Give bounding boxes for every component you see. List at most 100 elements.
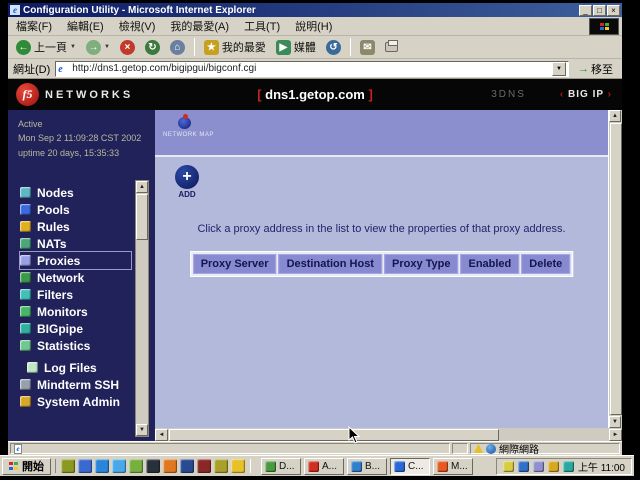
sidebar-item-bigpipe[interactable]: BIGpipe — [20, 320, 131, 337]
column-header-delete[interactable]: Delete — [521, 254, 570, 274]
taskbar-window-icon — [394, 461, 405, 472]
sidebar-item-nodes[interactable]: Nodes — [20, 184, 131, 201]
link-bigip[interactable]: ‹ BIG IP › — [560, 89, 612, 100]
minimize-button[interactable]: _ — [579, 5, 592, 16]
taskbar-window-d[interactable]: D... — [261, 458, 301, 475]
sidebar-scrollbar[interactable]: ▲ ▼ — [135, 180, 149, 437]
monitors-icon — [20, 306, 31, 317]
menu-item-e[interactable]: 編輯(E) — [67, 18, 104, 34]
hostname-text: dns1.getop.com — [265, 87, 365, 102]
vertical-scrollbar[interactable]: ▲ ▼ — [608, 110, 622, 428]
ie-throbber-logo — [589, 18, 619, 35]
maximize-button[interactable]: □ — [593, 5, 606, 16]
menu-item-t[interactable]: 工具(T) — [244, 18, 280, 34]
sidebar-item-monitors[interactable]: Monitors — [20, 303, 131, 320]
horizontal-scrollbar[interactable]: ◄ ► — [155, 428, 622, 441]
address-dropdown-button[interactable]: ▼ — [552, 62, 566, 76]
taskbar-window-m[interactable]: M... — [433, 458, 473, 475]
proxy-table-header-row: Proxy ServerDestination HostProxy TypeEn… — [190, 251, 574, 277]
quick-launch-icon-7[interactable] — [163, 459, 177, 473]
refresh-button[interactable]: ↻ — [142, 39, 163, 56]
quick-launch-icon-11[interactable] — [231, 459, 245, 473]
taskbar-window-b[interactable]: B... — [347, 458, 387, 475]
scroll-up-icon[interactable]: ▲ — [609, 110, 621, 122]
quick-launch-icon-9[interactable] — [197, 459, 211, 473]
sidebar-item-log-files[interactable]: Log Files — [20, 359, 131, 376]
quick-launch-icon-5[interactable] — [129, 459, 143, 473]
sidebar-item-label: Nodes — [37, 186, 74, 200]
quick-launch-icon-1[interactable] — [61, 459, 75, 473]
close-button[interactable]: × — [607, 5, 620, 16]
f5-banner: f5 NETWORKS [ dns1.getop.com ] 3DNS ‹ BI… — [8, 79, 622, 110]
scroll-right-icon[interactable]: ► — [609, 429, 622, 441]
sidebar-scroll-thumb[interactable] — [136, 194, 148, 240]
scroll-left-icon[interactable]: ◄ — [155, 429, 168, 441]
tray-ball-icon[interactable] — [548, 461, 559, 472]
browser-toolbar: ← 上一頁 ▼ → ▼ × ↻ ⌂ ★ 我的最愛 ▶ 媒體 ↺ — [8, 36, 622, 59]
menu-item-v[interactable]: 檢視(V) — [119, 18, 156, 34]
sidebar-item-mindterm-ssh[interactable]: Mindterm SSH — [20, 376, 131, 393]
quick-launch-icon-6[interactable] — [146, 459, 160, 473]
tray-app-icon[interactable] — [563, 461, 574, 472]
stop-icon: × — [120, 40, 135, 55]
instruction-text: Click a proxy address in the list to vie… — [155, 223, 608, 235]
column-header-proxy-server[interactable]: Proxy Server — [193, 254, 277, 274]
sidebar-item-pools[interactable]: Pools — [20, 201, 131, 218]
menu-item-a[interactable]: 我的最愛(A) — [170, 18, 229, 34]
home-button[interactable]: ⌂ — [167, 39, 188, 56]
menu-item-f[interactable]: 檔案(F) — [16, 18, 52, 34]
sidebar-item-filters[interactable]: Filters — [20, 286, 131, 303]
sidebar-item-proxies[interactable]: Proxies — [20, 252, 131, 269]
quick-launch-icon-8[interactable] — [180, 459, 194, 473]
media-icon: ▶ — [276, 40, 291, 55]
start-button[interactable]: 開始 — [2, 458, 51, 475]
back-label: 上一頁 — [34, 39, 67, 55]
taskbar-window-a[interactable]: A... — [304, 458, 344, 475]
column-header-destination-host[interactable]: Destination Host — [279, 254, 382, 274]
f5-brand: NETWORKS — [45, 89, 133, 101]
sidebar-scroll-down-icon[interactable]: ▼ — [136, 424, 148, 436]
sidebar-item-network[interactable]: Network — [20, 269, 131, 286]
stop-button[interactable]: × — [117, 39, 138, 56]
system-tray: 上午 11:00 — [496, 458, 632, 475]
add-proxy-button[interactable]: + ADD — [171, 165, 203, 199]
history-button[interactable]: ↺ — [323, 39, 344, 56]
sidebar-item-system-admin[interactable]: System Admin — [20, 393, 131, 410]
tray-flag-icon[interactable] — [518, 461, 529, 472]
column-header-proxy-type[interactable]: Proxy Type — [384, 254, 459, 274]
taskbar-window-c[interactable]: C... — [390, 458, 430, 475]
toolbar-separator — [194, 38, 195, 56]
vertical-scroll-thumb[interactable] — [610, 123, 622, 415]
quick-launch-icon-2[interactable] — [78, 459, 92, 473]
sidebar-item-rules[interactable]: Rules — [20, 218, 131, 235]
horizontal-scroll-thumb[interactable] — [169, 429, 499, 441]
title-bar: e Configuration Utility - Microsoft Inte… — [8, 3, 622, 17]
quick-launch-bar — [55, 459, 251, 473]
forward-button[interactable]: → ▼ — [83, 39, 113, 56]
rules-icon — [20, 221, 31, 232]
column-header-enabled[interactable]: Enabled — [460, 254, 519, 274]
sidebar-item-label: Proxies — [37, 254, 80, 268]
back-button[interactable]: ← 上一頁 ▼ — [13, 38, 79, 56]
status-pane-small — [452, 443, 468, 454]
sidebar-scroll-up-icon[interactable]: ▲ — [136, 181, 148, 193]
sidebar-item-nats[interactable]: NATs — [20, 235, 131, 252]
tray-volume-icon[interactable] — [503, 461, 514, 472]
start-windows-flag-icon — [9, 462, 18, 470]
print-button[interactable] — [382, 41, 401, 53]
media-button[interactable]: ▶ 媒體 — [273, 38, 319, 56]
favorites-button[interactable]: ★ 我的最愛 — [201, 38, 269, 56]
address-input[interactable]: e http://dns1.getop.com/bigipgui/bigconf… — [55, 61, 569, 77]
scroll-down-icon[interactable]: ▼ — [609, 416, 621, 428]
quick-launch-icon-4[interactable] — [112, 459, 126, 473]
go-button[interactable]: → 移至 — [574, 61, 617, 77]
taskbar-window-label: B... — [365, 461, 380, 472]
network-map-button[interactable]: NETWORK MAP — [163, 114, 207, 138]
sidebar-item-statistics[interactable]: Statistics — [20, 337, 131, 354]
tray-display-icon[interactable] — [533, 461, 544, 472]
quick-launch-icon-10[interactable] — [214, 459, 228, 473]
link-3dns[interactable]: 3DNS — [491, 89, 526, 100]
mail-button[interactable]: ✉ — [357, 39, 378, 56]
quick-launch-icon-3[interactable] — [95, 459, 109, 473]
menu-item-h[interactable]: 說明(H) — [295, 18, 332, 34]
